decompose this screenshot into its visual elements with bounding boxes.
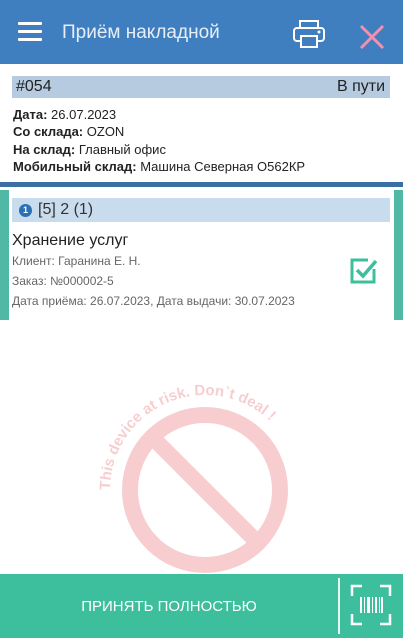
- item-counts: [5] 2 (1): [38, 201, 94, 218]
- document-to-warehouse: На склад: Главный офис: [13, 142, 166, 157]
- accept-all-button[interactable]: ПРИНЯТЬ ПОЛНОСТЬЮ: [0, 574, 338, 638]
- document-header-bar: #054 В пути: [12, 76, 390, 98]
- barcode-scan-icon: [350, 584, 392, 626]
- scan-button[interactable]: [350, 584, 392, 626]
- page-title: Приём накладной: [62, 22, 220, 43]
- item-order: Заказ: №000002-5: [12, 274, 114, 288]
- item-checkbox[interactable]: [348, 255, 380, 287]
- document-number: #054: [16, 78, 52, 95]
- document-from-warehouse: Со склада: OZON: [13, 124, 125, 139]
- checkbox-checked-icon: [350, 258, 378, 284]
- warning-watermark-icon: This device at risk. Don`t deal !: [97, 382, 288, 573]
- menu-button[interactable]: [18, 22, 42, 42]
- item-index-badge: 1: [19, 204, 32, 217]
- hamburger-menu-icon: [18, 22, 42, 25]
- svg-text:This device at risk. Don`t dea: This device at risk. Don`t deal !: [97, 382, 279, 490]
- item-dates: Дата приёма: 26.07.2023, Дата выдачи: 30…: [12, 294, 295, 308]
- item-header-bar: 1 [5] 2 (1): [12, 198, 390, 222]
- close-button[interactable]: [357, 22, 387, 52]
- document-date: Дата: 26.07.2023: [13, 107, 117, 122]
- close-icon: [359, 24, 385, 50]
- document-status: В пути: [336, 78, 385, 95]
- bottom-divider: [338, 578, 340, 634]
- print-button[interactable]: [292, 19, 326, 49]
- header-divider: [0, 182, 403, 187]
- watermark-text: This device at risk. Don`t deal !: [97, 382, 279, 490]
- document-mobile-warehouse: Мобильный склад: Машина Северная О562КР: [13, 159, 306, 174]
- item-client: Клиент: Гаранина Е. Н.: [12, 254, 141, 268]
- item-title: Хранение услуг: [12, 232, 129, 249]
- printer-icon: [293, 20, 325, 48]
